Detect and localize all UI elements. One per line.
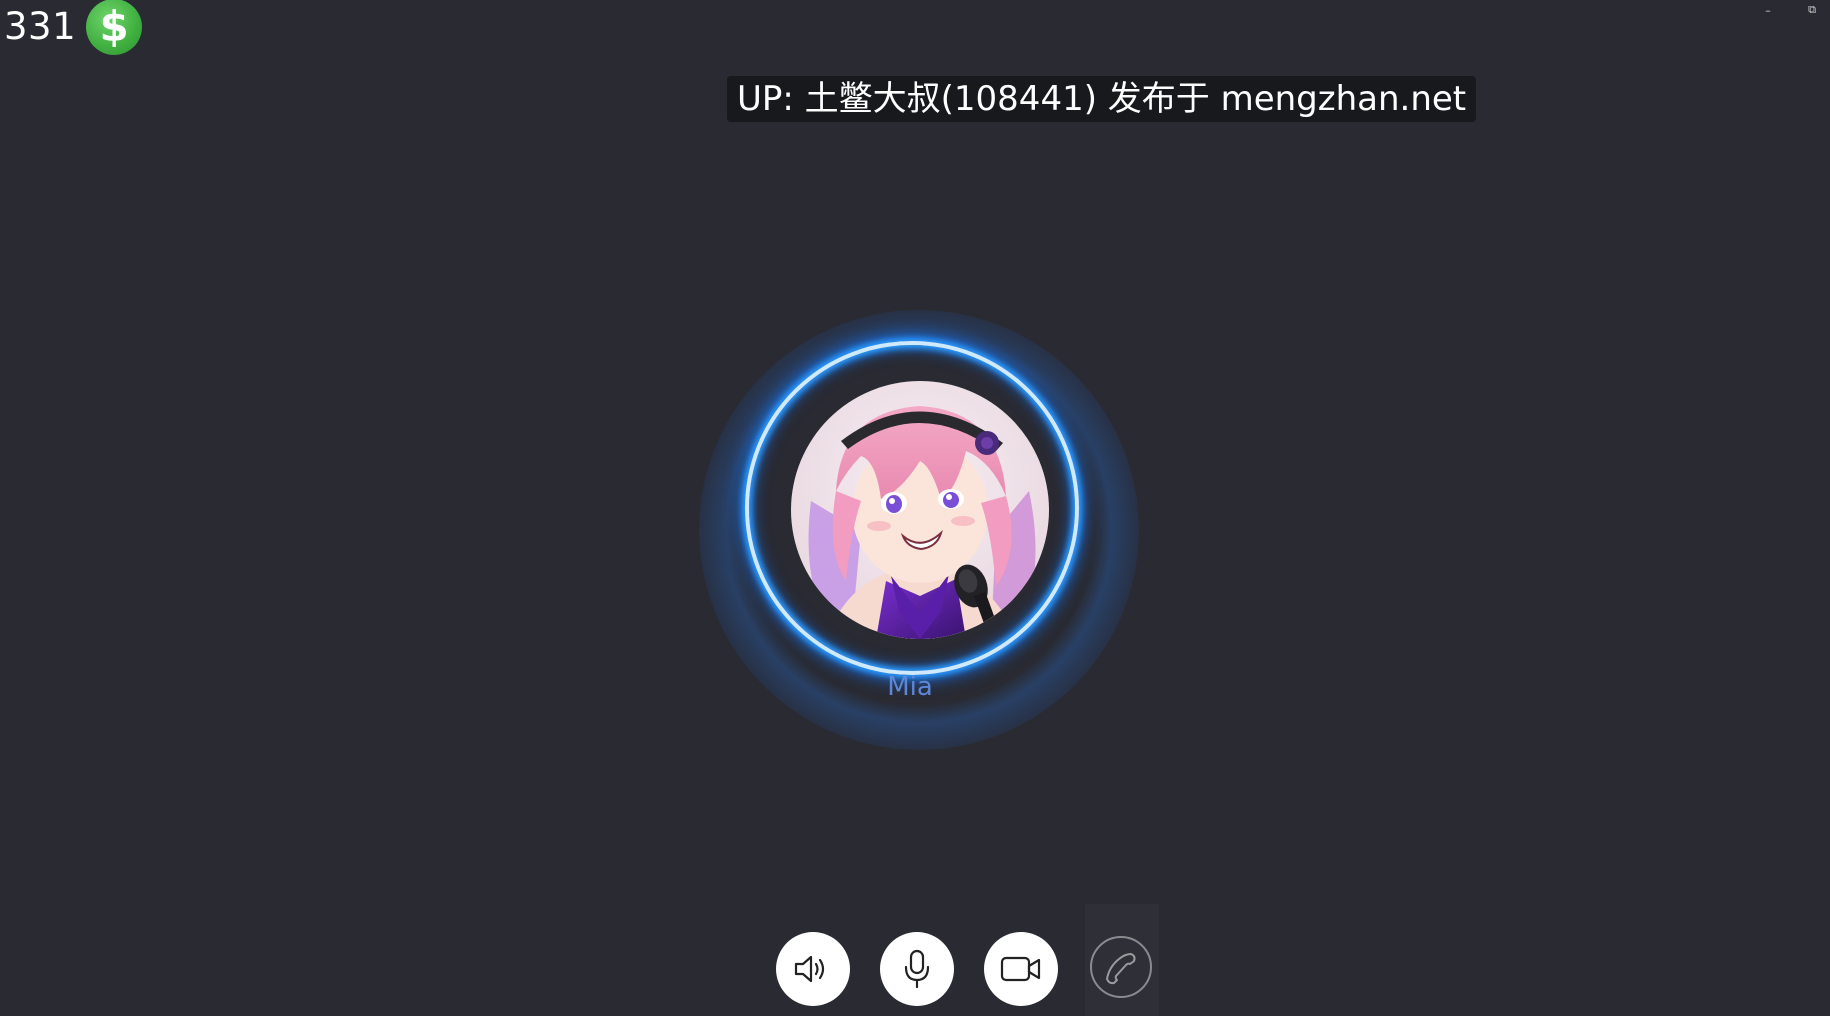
dollar-coin-icon: $ [86, 0, 143, 55]
coin-count: 331 [4, 4, 77, 48]
minimize-icon: – [1765, 3, 1771, 17]
window-controls: – ⧉ [1760, 0, 1820, 20]
coin-counter: 331 $ [4, 0, 143, 55]
caller-portrait-icon [791, 381, 1049, 639]
restore-button[interactable]: ⧉ [1804, 0, 1820, 20]
microphone-button[interactable] [880, 932, 954, 1006]
video-button[interactable] [984, 932, 1058, 1006]
phone-handset-icon [1106, 953, 1136, 985]
caller-avatar [791, 381, 1049, 639]
microphone-icon [904, 949, 930, 989]
minimize-button[interactable]: – [1760, 0, 1776, 20]
game-screen: 331 $ – ⧉ UP: 土鳖大叔(108441) 发布于 mengzhan.… [0, 0, 1830, 1016]
restore-icon: ⧉ [1808, 3, 1816, 16]
speaker-icon [794, 955, 825, 983]
coin-symbol: $ [99, 2, 129, 51]
hangup-area [1085, 904, 1159, 1016]
speaker-button[interactable] [776, 932, 850, 1006]
watermark-banner: UP: 土鳖大叔(108441) 发布于 mengzhan.net [727, 76, 1477, 122]
caller-name: Mia [887, 672, 933, 702]
video-camera-icon [1000, 956, 1041, 982]
hangup-button[interactable] [1090, 936, 1152, 998]
call-controls [0, 904, 1830, 1016]
